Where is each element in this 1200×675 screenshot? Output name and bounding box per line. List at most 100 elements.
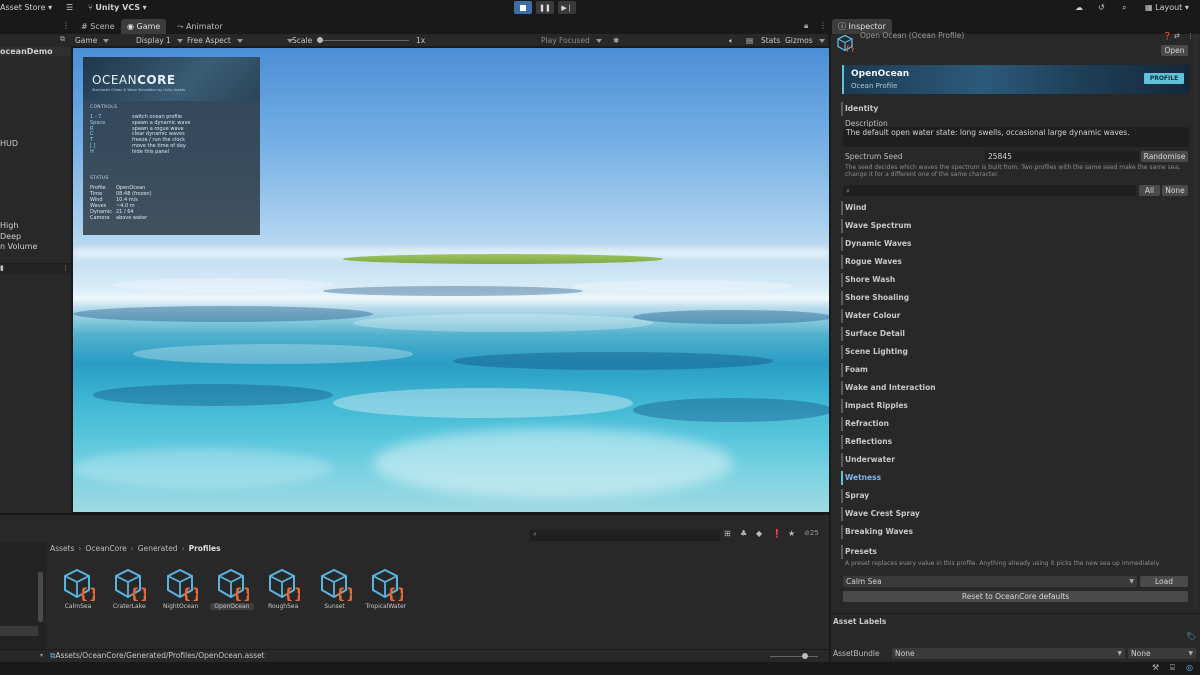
asset-variant-dropdown[interactable]: None ▼ [1128, 648, 1196, 659]
section-underwater[interactable]: Underwater [841, 453, 895, 467]
bug-icon[interactable]: ✱ [613, 34, 619, 47]
cloud-icon[interactable]: ☁ [1075, 2, 1083, 14]
breadcrumb-item[interactable]: Generated [138, 544, 178, 553]
section-breaking-waves[interactable]: Breaking Waves [841, 525, 913, 539]
section-filter-input[interactable]: ⌕ [843, 185, 1136, 196]
section-dynamic-waves[interactable]: Dynamic Waves [841, 237, 911, 251]
section-wake-and-interaction[interactable]: Wake and Interaction [841, 381, 936, 395]
step-button[interactable]: ▶❘ [558, 1, 576, 14]
section-presets[interactable]: Presets [841, 545, 877, 559]
asset-item[interactable]: {} RoughSea [261, 567, 305, 610]
stack-icon[interactable]: ☰ [66, 2, 73, 14]
layout-dropdown[interactable]: ▦ Layout ▾ [1145, 2, 1189, 14]
hierarchy-item[interactable]: n Volume [0, 242, 37, 251]
section-spray[interactable]: Spray [841, 489, 869, 503]
scale-slider[interactable] [317, 37, 409, 43]
icon-size-slider-handle[interactable] [802, 653, 808, 659]
tag-icon[interactable]: 🏷︎ [1186, 632, 1196, 641]
stats-toggle[interactable]: Stats [761, 34, 780, 47]
display-dropdown[interactable]: Display 1 [136, 34, 183, 47]
tab-animator[interactable]: ⤳ Animator [171, 19, 229, 34]
asset-item[interactable]: {} NightOcean [159, 567, 203, 610]
play-focused-dropdown[interactable]: Play Focused [541, 34, 602, 47]
more-icon[interactable]: ⋮ [819, 21, 827, 30]
tab-scene[interactable]: # Scene [75, 19, 121, 34]
collapse-icon[interactable]: ▾ [40, 652, 43, 659]
label-filter-icon[interactable]: ◆ [756, 529, 762, 538]
history-icon[interactable]: ↺ [1098, 2, 1105, 14]
icon-size-slider[interactable] [770, 653, 818, 659]
asset-item[interactable]: {} OpenOcean [209, 567, 254, 610]
expand-icon[interactable]: ⧉ [60, 35, 65, 44]
aspect-dropdown[interactable]: Free Aspect [187, 34, 293, 47]
search-icon[interactable]: ⌕ [1122, 2, 1126, 14]
game-mode-dropdown[interactable]: Game [75, 34, 109, 47]
warning-filter-icon[interactable]: ❗ [772, 529, 782, 538]
collab-icon[interactable]: ◎ [1186, 663, 1193, 672]
profile-banner: OpenOcean Ocean Profile PROFILE [842, 65, 1189, 94]
help-icon[interactable]: ❓ [1163, 32, 1172, 40]
hierarchy-item[interactable]: High [0, 221, 18, 230]
play-button[interactable] [514, 1, 532, 14]
progress-icon[interactable]: ⚒ [1152, 663, 1159, 672]
breadcrumb-item[interactable]: OceanCore [85, 544, 126, 553]
section-shore-shoaling[interactable]: Shore Shoaling [841, 291, 909, 305]
asset-store-dropdown[interactable]: Asset Store ▾ [0, 2, 52, 14]
asset-item[interactable]: {} CraterLake [107, 567, 151, 610]
breadcrumb: Assets › OceanCore › Generated › Profiles [50, 544, 221, 553]
more-icon[interactable]: ⋮ [62, 264, 69, 272]
section-wave-spectrum[interactable]: Wave Spectrum [841, 219, 911, 233]
preset-icon[interactable]: ⇄ [1174, 32, 1180, 40]
reset-defaults-button[interactable]: Reset to OceanCore defaults [843, 591, 1188, 602]
favorite-icon[interactable]: ★ [788, 529, 795, 538]
section-reflections[interactable]: Reflections [841, 435, 892, 449]
preset-dropdown[interactable]: Calm Sea ▼ [843, 576, 1137, 587]
scale-slider-handle[interactable] [317, 37, 323, 43]
seed-field[interactable]: 25845 [985, 151, 1139, 162]
pause-button[interactable]: ❚❚ [536, 1, 554, 14]
folder-tree-selected[interactable] [0, 626, 38, 636]
more-icon[interactable]: ⋮ [62, 21, 70, 30]
inspector-scrollbar[interactable] [1193, 34, 1198, 609]
console-icon[interactable]: ⌸ [1170, 663, 1175, 673]
section-wind[interactable]: Wind [841, 201, 867, 215]
asset-item[interactable]: {} CalmSea [56, 567, 100, 610]
hierarchy-item[interactable]: HUD [0, 139, 18, 148]
breadcrumb-item[interactable]: Profiles [189, 544, 221, 553]
section-wetness[interactable]: Wetness [841, 471, 881, 485]
section-scene-lighting[interactable]: Scene Lighting [841, 345, 908, 359]
randomise-button[interactable]: Randomise [1141, 151, 1188, 162]
description-field[interactable]: The default open water state: long swell… [843, 127, 1189, 147]
mute-icon[interactable]: 🔈︎ [729, 34, 734, 47]
stats-overlay-icon[interactable]: ▤ [746, 34, 753, 47]
section-foam[interactable]: Foam [841, 363, 868, 377]
section-refraction[interactable]: Refraction [841, 417, 889, 431]
section-surface-detail[interactable]: Surface Detail [841, 327, 905, 341]
section-wave-crest-spray[interactable]: Wave Crest Spray [841, 507, 920, 521]
hierarchy-scene-root[interactable]: oceanDemo [0, 47, 71, 56]
project-search-input[interactable]: ⌕ [530, 530, 720, 541]
open-button[interactable]: Open [1161, 45, 1188, 56]
hierarchy-item[interactable]: Deep [0, 232, 21, 241]
section-rogue-waves[interactable]: Rogue Waves [841, 255, 902, 269]
folder-tree-scrollbar[interactable] [38, 572, 43, 622]
tab-game[interactable]: ◉ Game [121, 19, 167, 34]
gizmos-dropdown[interactable]: Gizmos [785, 34, 825, 47]
section-impact-ripples[interactable]: Impact Ripples [841, 399, 908, 413]
asset-bundle-dropdown[interactable]: None ▼ [892, 648, 1125, 659]
asset-label: Sunset [324, 603, 345, 610]
scene-search-icon[interactable]: ⊞ [724, 529, 731, 538]
section-water-colour[interactable]: Water Colour [841, 309, 900, 323]
load-preset-button[interactable]: Load [1140, 576, 1188, 587]
asset-item[interactable]: {} Sunset [313, 567, 357, 610]
vcs-dropdown[interactable]: ⑂ Unity VCS ▾ [88, 2, 147, 14]
section-shore-wash[interactable]: Shore Wash [841, 273, 895, 287]
breadcrumb-item[interactable]: Assets [50, 544, 74, 553]
asset-item[interactable]: {} TropicalWater [364, 567, 408, 610]
expand-all-button[interactable]: All [1139, 185, 1160, 196]
lock-icon[interactable]: 🔒︎ [804, 21, 808, 31]
lock-icon[interactable]: ▮ [0, 264, 4, 272]
section-identity[interactable]: Identity [841, 102, 878, 116]
collapse-all-button[interactable]: None [1162, 185, 1188, 196]
type-filter-icon[interactable]: ♣ [740, 529, 747, 538]
